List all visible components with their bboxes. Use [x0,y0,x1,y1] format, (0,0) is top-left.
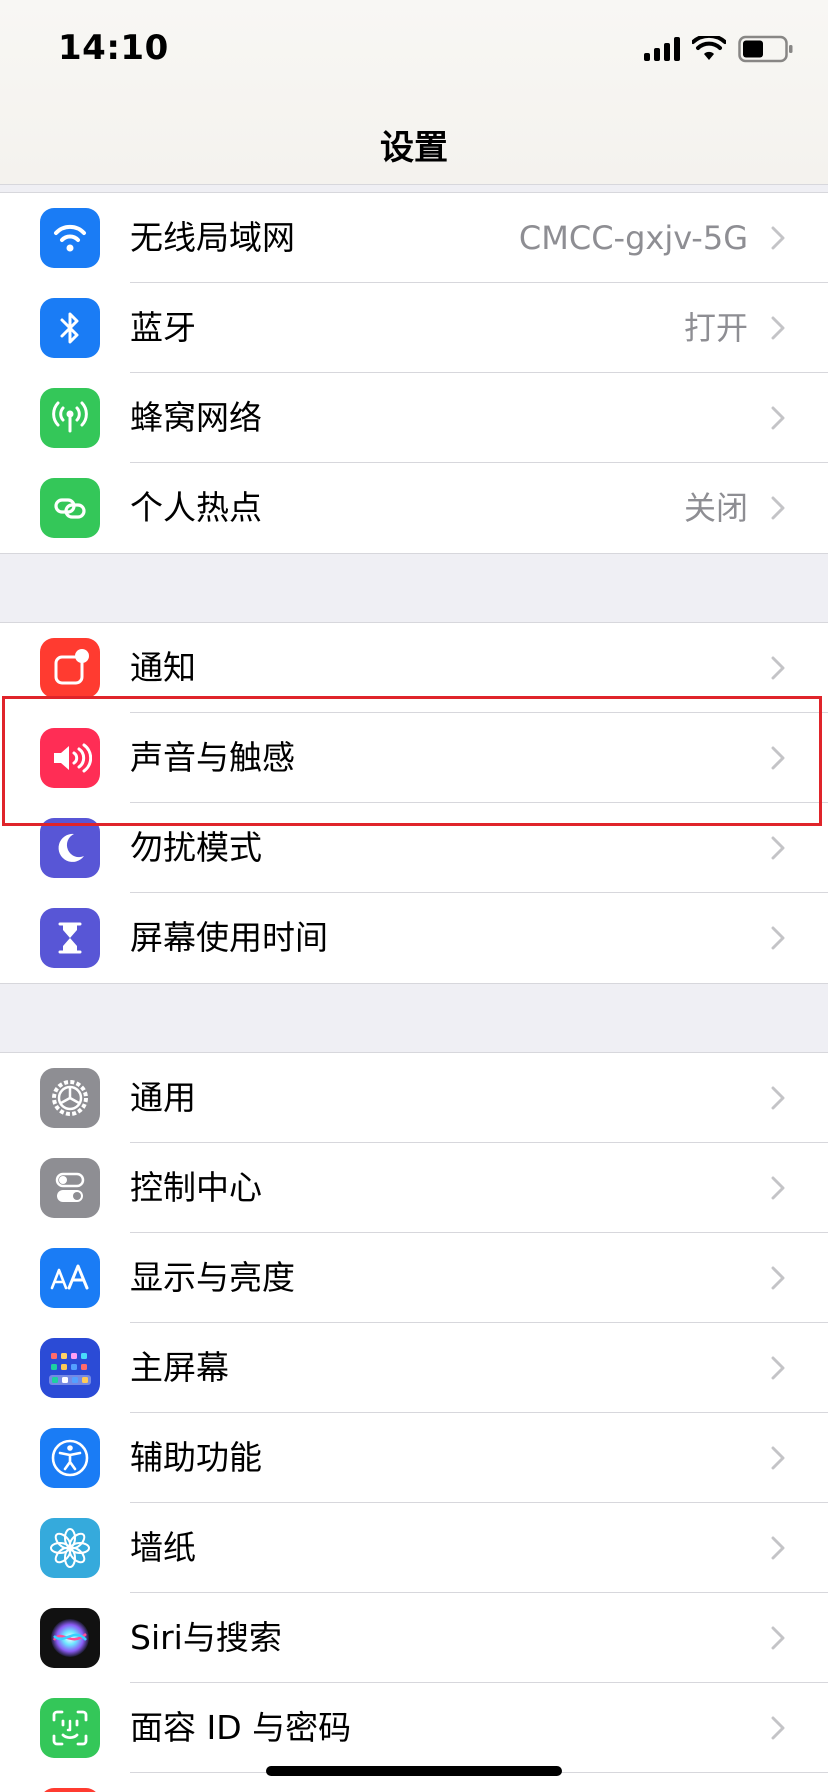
siri-icon [40,1608,100,1668]
connectivity-section: 无线局域网 CMCC-gxjv-5G 蓝牙 打开 蜂窝网络 个人热点 关闭 [0,192,828,554]
partial-red-icon [40,1788,100,1792]
row-label: 控制中心 [130,1168,262,1207]
status-time: 14:10 [58,28,169,68]
row-label: 墙纸 [130,1528,196,1567]
row-label: 个人热点 [130,488,262,527]
settings-row-hotspot[interactable]: 个人热点 关闭 [0,463,828,553]
top-bar: 14:10 设置 [0,0,828,185]
chevron-right-icon [766,1593,790,1683]
chevron-right-icon [766,283,790,373]
row-label: 通用 [130,1078,196,1117]
chevron-right-icon [766,893,790,983]
text-size-icon [40,1248,100,1308]
status-indicators [644,34,794,64]
row-label: 主屏幕 [130,1348,229,1387]
chevron-right-icon [766,623,790,713]
row-value: 打开 [683,309,748,347]
settings-row-siri[interactable]: Siri与搜索 [0,1593,828,1683]
settings-row-screen-time[interactable]: 屏幕使用时间 [0,893,828,983]
hotspot-icon [40,478,100,538]
settings-row-wallpaper[interactable]: 墙纸 [0,1503,828,1593]
row-label: 辅助功能 [130,1438,262,1477]
settings-row-accessibility[interactable]: 辅助功能 [0,1413,828,1503]
settings-row-cellular[interactable]: 蜂窝网络 [0,373,828,463]
home-screen-icon [40,1338,100,1398]
cellular-signal-icon [644,37,680,61]
chevron-right-icon [766,373,790,463]
settings-page: 14:10 设置 无线局域网 CMCC-gxjv-5G 蓝牙 打开 蜂窝网络 个… [0,0,828,1792]
page-title: 设置 [380,128,448,168]
settings-row-control-center[interactable]: 控制中心 [0,1143,828,1233]
settings-row-notifications[interactable]: 通知 [0,623,828,713]
chevron-right-icon [766,1413,790,1503]
row-label: 勿扰模式 [130,828,262,867]
chevron-right-icon [766,1233,790,1323]
chevron-right-icon [766,1143,790,1233]
row-label: 蜂窝网络 [130,398,262,437]
gear-icon [40,1068,100,1128]
chevron-right-icon [766,1323,790,1413]
row-value: CMCC-gxjv-5G [518,219,748,257]
row-label: 屏幕使用时间 [130,918,328,957]
chevron-right-icon [766,463,790,553]
notifications-section: 通知 声音与触感 勿扰模式 屏幕使用时间 [0,622,828,984]
settings-row-sounds[interactable]: 声音与触感 [0,713,828,803]
chevron-right-icon [766,1503,790,1593]
settings-row-display[interactable]: 显示与亮度 [0,1233,828,1323]
general-section: 通用 控制中心 显示与亮度 主屏幕 辅助功能 墙纸 Siri与搜索 面容 ID … [0,1052,828,1792]
home-indicator [266,1766,562,1776]
chevron-right-icon [766,1053,790,1143]
flower-icon [40,1518,100,1578]
settings-row-wifi[interactable]: 无线局域网 CMCC-gxjv-5G [0,193,828,283]
row-label: 声音与触感 [130,738,295,777]
row-label: 通知 [130,648,196,687]
chevron-right-icon [766,713,790,803]
chevron-right-icon [766,803,790,893]
settings-row-do-not-disturb[interactable]: 勿扰模式 [0,803,828,893]
bluetooth-icon [40,298,100,358]
wifi-icon [40,208,100,268]
toggles-icon [40,1158,100,1218]
chevron-right-icon [766,193,790,283]
chevron-right-icon [766,1683,790,1773]
battery-icon [738,35,793,63]
moon-icon [40,818,100,878]
accessibility-icon [40,1428,100,1488]
face-id-icon [40,1698,100,1758]
row-label: 面容 ID 与密码 [130,1708,352,1747]
wifi-status-icon [692,36,726,60]
speaker-icon [40,728,100,788]
cellular-icon [40,388,100,448]
row-label: Siri与搜索 [130,1618,282,1657]
row-value: 关闭 [683,489,748,527]
settings-row-bluetooth[interactable]: 蓝牙 打开 [0,283,828,373]
notifications-icon [40,638,100,698]
row-label: 无线局域网 [130,218,295,257]
settings-row-home-screen[interactable]: 主屏幕 [0,1323,828,1413]
hourglass-icon [40,908,100,968]
row-label: 显示与亮度 [130,1258,295,1297]
settings-row-general[interactable]: 通用 [0,1053,828,1143]
row-label: 蓝牙 [130,308,196,347]
settings-row-face-id[interactable]: 面容 ID 与密码 [0,1683,828,1773]
